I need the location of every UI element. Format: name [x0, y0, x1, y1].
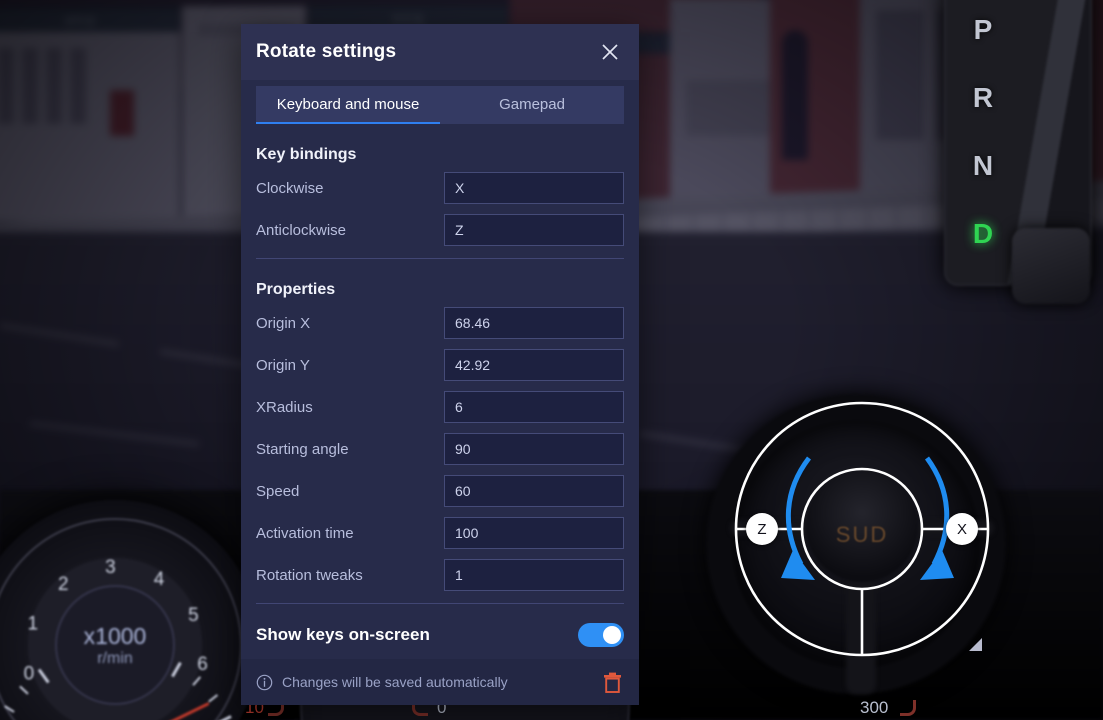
label-xradius: XRadius	[256, 398, 313, 416]
form-row-speed: Speed 60	[256, 475, 624, 507]
tacho-unit: r/min	[97, 649, 133, 667]
section-title-key-bindings: Key bindings	[256, 146, 357, 163]
label-origin-y: Origin Y	[256, 356, 310, 374]
tacho-center-label: x1000 r/min	[55, 585, 175, 705]
input-activation-time[interactable]: 100	[444, 517, 624, 549]
toggle-knob	[603, 626, 621, 644]
input-xradius[interactable]: 6	[444, 391, 624, 423]
gear-d: D	[972, 218, 994, 249]
input-speed[interactable]: 60	[444, 475, 624, 507]
close-button[interactable]	[593, 35, 627, 69]
label-clockwise: Clockwise	[256, 179, 324, 197]
input-origin-x[interactable]: 68.46	[444, 307, 624, 339]
onscreen-key-anticlockwise[interactable]: Z	[746, 513, 778, 545]
tacho-tick-2: 2	[57, 573, 69, 595]
tacho-tick-6: 6	[197, 654, 208, 676]
gear-n: N	[972, 150, 994, 181]
input-origin-y[interactable]: 42.92	[444, 349, 624, 381]
tacho-unit-multiplier: x1000	[83, 622, 147, 649]
tacho-tick-4: 4	[153, 568, 165, 590]
input-rotation-tweaks[interactable]: 1	[444, 559, 624, 591]
speedo-right-label: 300	[860, 698, 889, 717]
label-speed: Speed	[256, 482, 300, 500]
resize-handle-icon[interactable]	[969, 638, 982, 651]
autosave-notice: Changes will be saved automatically	[256, 674, 597, 691]
form-row-starting-angle: Starting angle 90	[256, 433, 624, 465]
tab-keyboard-and-mouse[interactable]: Keyboard and mouse	[256, 86, 440, 124]
shifter-knob	[1012, 228, 1090, 304]
show-keys-row: Show keys on-screen	[241, 611, 639, 659]
form-row-rotation-tweaks: Rotation tweaks 1	[256, 559, 624, 591]
tacho-tick-5: 5	[188, 605, 199, 627]
screen: 세탁방 치킨집	[0, 0, 1103, 720]
form-row-activation-time: Activation time 100	[256, 517, 624, 549]
form-row-xradius: XRadius 6	[256, 391, 624, 423]
label-rotation-tweaks: Rotation tweaks	[256, 566, 363, 584]
dialog-footer: Changes will be saved automatically	[241, 659, 639, 705]
show-keys-toggle[interactable]	[578, 623, 624, 647]
tab-bar: Keyboard and mouse Gamepad	[256, 86, 624, 124]
tacho-tick-3: 3	[105, 557, 116, 579]
dialog-body: Key bindings Clockwise X Anticlockwise Z…	[241, 124, 639, 611]
tacho-tick-1: 1	[27, 613, 39, 635]
tab-gamepad[interactable]: Gamepad	[440, 86, 624, 124]
gear-p: P	[973, 14, 993, 45]
form-row-anticlockwise: Anticlockwise Z	[256, 214, 624, 246]
rotate-settings-dialog: Rotate settings Keyboard and mouse Gamep…	[241, 24, 639, 705]
label-show-keys-on-screen: Show keys on-screen	[256, 625, 430, 644]
form-row-origin-y: Origin Y 42.92	[256, 349, 624, 381]
gear-indicator: P R N D	[956, 14, 1010, 250]
onscreen-key-clockwise[interactable]: X	[946, 513, 978, 545]
label-activation-time: Activation time	[256, 524, 354, 542]
delete-button[interactable]	[597, 667, 627, 697]
autosave-text: Changes will be saved automatically	[282, 674, 508, 690]
dialog-header: Rotate settings	[241, 24, 639, 80]
input-anticlockwise[interactable]: Z	[444, 214, 624, 246]
tabs-container: Keyboard and mouse Gamepad	[241, 80, 639, 124]
gear-r: R	[972, 82, 994, 113]
section-title-properties: Properties	[256, 281, 336, 298]
rotate-control-overlay[interactable]: Z X	[733, 400, 991, 658]
input-clockwise[interactable]: X	[444, 172, 624, 204]
divider-1	[256, 258, 624, 259]
label-anticlockwise: Anticlockwise	[256, 221, 347, 239]
trash-icon	[603, 672, 621, 693]
close-icon	[602, 44, 618, 60]
tacho-tick-0: 0	[23, 663, 35, 685]
label-origin-x: Origin X	[256, 314, 311, 332]
divider-2	[256, 603, 624, 604]
form-row-clockwise: Clockwise X	[256, 172, 624, 204]
form-row-origin-x: Origin X 68.46	[256, 307, 624, 339]
input-starting-angle[interactable]: 90	[444, 433, 624, 465]
page-title: Rotate settings	[256, 41, 397, 62]
info-icon	[256, 674, 273, 690]
label-starting-angle: Starting angle	[256, 440, 349, 458]
